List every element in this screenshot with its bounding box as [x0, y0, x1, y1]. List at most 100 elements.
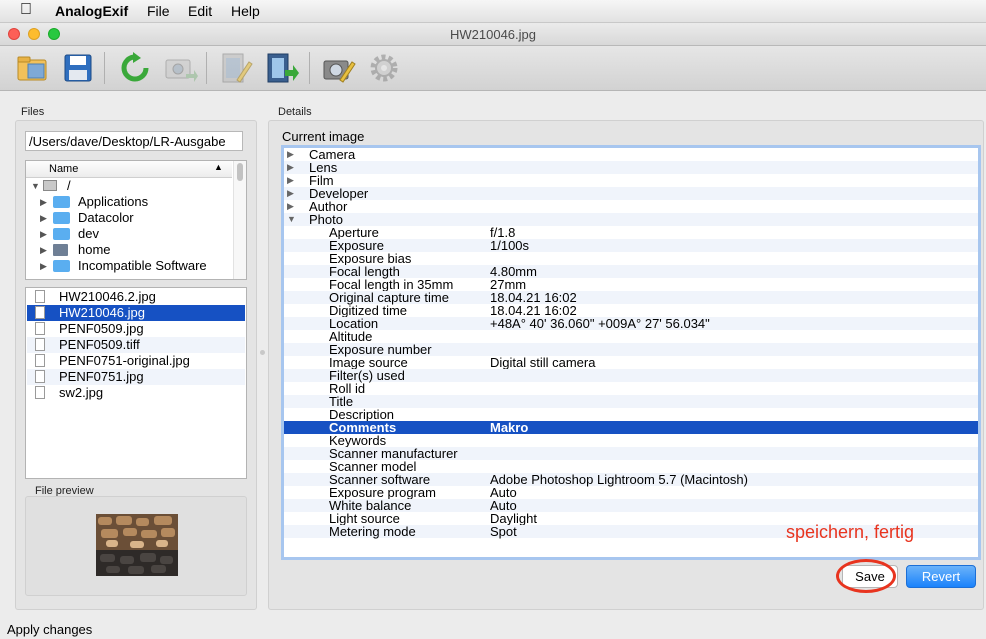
tree-item-label: home: [78, 242, 111, 257]
sort-ascending-icon: ▲: [214, 162, 223, 172]
file-name: HW210046.2.jpg: [59, 289, 156, 304]
group-photo[interactable]: ▼ Photo: [284, 213, 978, 226]
field-key: Metering mode: [329, 524, 416, 539]
file-name: HW210046.jpg: [59, 305, 145, 320]
list-item[interactable]: sw2.jpg: [27, 385, 245, 401]
group-film[interactable]: ▶ Film: [284, 174, 978, 187]
group-camera[interactable]: ▶ Camera: [284, 148, 978, 161]
tree-item-label: Datacolor: [78, 210, 134, 225]
field-value[interactable]: Makro: [490, 421, 528, 434]
tree-item-home[interactable]: ▶ home: [26, 242, 232, 258]
apple-menu-icon[interactable]: : [20, 1, 32, 19]
file-icon: [35, 290, 45, 303]
toolbar-separator: [309, 52, 310, 84]
tree-item-label: Applications: [78, 194, 149, 209]
folder-icon: [53, 228, 70, 240]
menu-help[interactable]: Help: [231, 3, 260, 19]
collapsed-triangle-icon: ▶: [40, 213, 47, 223]
tree-item-datacolor[interactable]: ▶ Datacolor: [26, 210, 232, 226]
file-icon: [35, 370, 45, 383]
group-author[interactable]: ▶ Author: [284, 200, 978, 213]
current-image-label: Current image: [282, 129, 365, 144]
window-title: HW210046.jpg: [450, 27, 536, 42]
collapsed-triangle-icon: ▶: [40, 229, 47, 239]
folder-icon: [53, 260, 70, 272]
metadata-tree[interactable]: ▶ Camera ▶ Lens ▶ Film ▶ Developer ▶ Author ▼…: [281, 145, 981, 560]
group-lens[interactable]: ▶ Lens: [284, 161, 978, 174]
file-icon: [35, 386, 45, 399]
file-icon: [35, 338, 45, 351]
preview-thumbnail: [96, 514, 178, 576]
tree-item-label: dev: [78, 226, 99, 241]
tree-item-label: Incompatible Software: [78, 258, 207, 273]
edit-film-icon[interactable]: [217, 50, 253, 86]
toolbar-separator: [104, 52, 105, 84]
file-name: PENF0751.jpg: [59, 369, 144, 384]
camera-edit-icon[interactable]: [320, 50, 356, 86]
file-icon: [35, 322, 45, 335]
list-item[interactable]: PENF0751.jpg: [27, 369, 245, 385]
details-section-label: Details: [278, 106, 312, 118]
disk-icon: [43, 180, 57, 191]
file-name: PENF0509.tiff: [59, 337, 140, 352]
folder-icon: [53, 212, 70, 224]
toolbar: [0, 46, 986, 91]
file-name: PENF0509.jpg: [59, 321, 144, 336]
menu-edit[interactable]: Edit: [188, 3, 212, 19]
file-name: sw2.jpg: [59, 385, 104, 400]
path-input[interactable]: /Users/dave/Desktop/LR-Ausgabe: [25, 131, 243, 151]
list-item[interactable]: PENF0751-original.jpg: [27, 353, 245, 369]
expanded-triangle-icon: ▼: [287, 214, 296, 224]
collapsed-triangle-icon: ▶: [287, 201, 294, 211]
revert-button[interactable]: Revert: [906, 565, 976, 588]
field-row[interactable]: Location +48A° 40' 36.060" +009A° 27' 56.…: [284, 317, 978, 330]
field-value[interactable]: Digital still camera: [490, 356, 595, 369]
menu-bar:  AnalogExif File Edit Help: [0, 0, 986, 23]
collapsed-triangle-icon: ▶: [287, 188, 294, 198]
annotation-text: speichern, fertig: [786, 522, 915, 542]
status-bar: Apply changes: [7, 622, 93, 637]
file-name: PENF0751-original.jpg: [59, 353, 190, 368]
tree-item-applications[interactable]: ▶ Applications: [26, 194, 232, 210]
field-value[interactable]: +48A° 40' 36.060" +009A° 27' 56.034": [490, 317, 710, 330]
tree-scrollbar[interactable]: [233, 161, 246, 279]
group-developer[interactable]: ▶ Developer: [284, 187, 978, 200]
list-item[interactable]: PENF0509.tiff: [27, 337, 245, 353]
scrollbar-thumb[interactable]: [237, 163, 243, 181]
save-icon[interactable]: [60, 50, 96, 86]
tree-item-dev[interactable]: ▶ dev: [26, 226, 232, 242]
refresh-icon[interactable]: [117, 50, 153, 86]
gear-icon[interactable]: [366, 50, 402, 86]
file-icon: [35, 306, 45, 319]
file-list[interactable]: HW210046.2.jpg HW210046.jpg PENF0509.jpg…: [25, 287, 247, 479]
tree-root[interactable]: ▼ /: [26, 178, 232, 194]
folder-tree[interactable]: Name ▲ ▼ / ▶ Applications ▶ Datacolor ▶ …: [25, 160, 247, 280]
list-item[interactable]: HW210046.2.jpg: [27, 289, 245, 305]
tree-column-header[interactable]: Name ▲: [26, 161, 232, 178]
collapsed-triangle-icon: ▶: [40, 261, 47, 271]
app-menu[interactable]: AnalogExif: [55, 3, 128, 19]
expanded-triangle-icon: ▼: [31, 181, 40, 191]
collapsed-triangle-icon: ▶: [287, 149, 294, 159]
field-value[interactable]: Adobe Photoshop Lightroom 5.7 (Macintosh…: [490, 473, 748, 486]
applications-folder-icon: [53, 196, 70, 208]
field-row-selected[interactable]: Comments Makro: [284, 421, 978, 434]
field-row[interactable]: Roll id: [284, 382, 978, 395]
field-value[interactable]: Spot: [490, 525, 517, 538]
splitter-handle[interactable]: [260, 350, 265, 355]
open-folder-icon[interactable]: [14, 50, 50, 86]
home-folder-icon: [53, 244, 68, 256]
field-row[interactable]: Aperture f/1.8: [284, 226, 978, 239]
tree-item-incompatible-software[interactable]: ▶ Incompatible Software: [26, 258, 232, 274]
field-value[interactable]: 1/100s: [490, 239, 529, 252]
copy-metadata-icon[interactable]: [162, 50, 198, 86]
list-item-selected[interactable]: HW210046.jpg: [27, 305, 245, 321]
menu-file[interactable]: File: [147, 3, 170, 19]
field-row[interactable]: Filter(s) used: [284, 369, 978, 382]
collapsed-triangle-icon: ▶: [287, 162, 294, 172]
window-titlebar: HW210046.jpg: [0, 23, 986, 46]
collapsed-triangle-icon: ▶: [40, 245, 47, 255]
list-item[interactable]: PENF0509.jpg: [27, 321, 245, 337]
collapsed-triangle-icon: ▶: [40, 197, 47, 207]
film-apply-icon[interactable]: [263, 50, 299, 86]
